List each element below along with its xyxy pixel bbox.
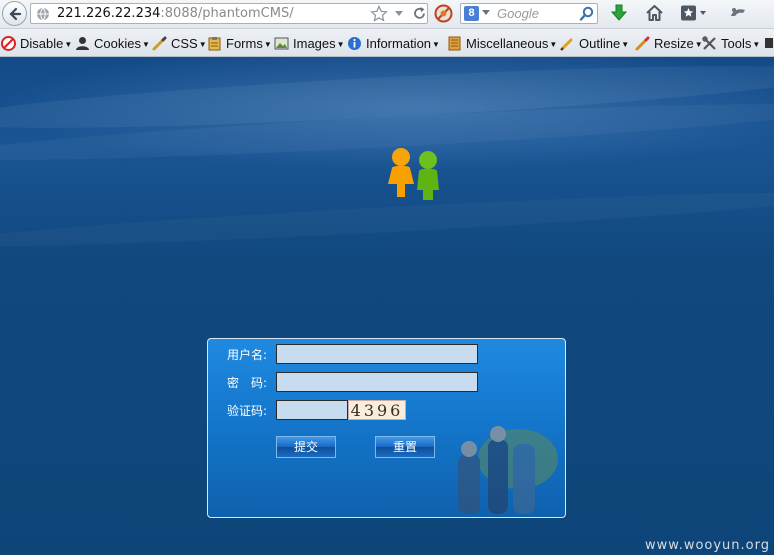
- web-developer-toolbar: Disable ▼ Cookies ▼ CSS ▼ Forms ▼ Images ▼: [0, 29, 774, 57]
- back-button[interactable]: [2, 1, 27, 26]
- dropdown-caret-icon: ▼: [198, 39, 207, 49]
- navigation-bar: 221.226.22.234:8088/phantomCMS/ 8 Google: [0, 0, 774, 29]
- dropdown-caret-icon: ▼: [64, 39, 73, 49]
- devtoolbar-label: Information: [366, 35, 432, 51]
- url-host: 221.226.22.234: [57, 6, 161, 21]
- decorative-photo-image: [458, 426, 558, 514]
- devtoolbar-label: Tools: [721, 35, 752, 51]
- cookies-icon: [76, 36, 89, 50]
- search-engine-dropdown-icon[interactable]: [482, 10, 490, 16]
- dropdown-caret-icon: ▼: [752, 39, 761, 49]
- url-bar[interactable]: 221.226.22.234:8088/phantomCMS/: [30, 3, 428, 24]
- search-icon[interactable]: [579, 6, 595, 22]
- tools-icon: [702, 35, 716, 50]
- home-icon[interactable]: [645, 4, 664, 22]
- bookmark-star-icon[interactable]: [370, 5, 388, 23]
- devtoolbar-label: Images: [293, 35, 336, 51]
- devtoolbar-resize[interactable]: Resize ▼: [635, 35, 703, 51]
- forms-icon: [208, 36, 221, 50]
- devtoolbar-disable[interactable]: Disable ▼: [1, 35, 72, 51]
- url-text[interactable]: 221.226.22.234:8088/phantomCMS/: [57, 6, 294, 21]
- login-panel: 用户名: 密 码: 验证码: 4396 提交 重置: [207, 338, 566, 518]
- devtoolbar-label: Outline: [579, 35, 621, 51]
- dropdown-caret-icon: ▼: [621, 39, 630, 49]
- search-bar[interactable]: 8 Google: [460, 3, 598, 24]
- devtoolbar-label: Resize: [654, 35, 694, 51]
- captcha-image[interactable]: 4396: [348, 400, 406, 420]
- devtoolbar-label: Cookies: [94, 35, 141, 51]
- outline-icon: [560, 38, 573, 51]
- people-logo-icon: [388, 148, 439, 200]
- dropdown-caret-icon: ▼: [141, 39, 150, 49]
- username-label: 用户名:: [227, 348, 268, 362]
- devtoolbar-outline[interactable]: Outline ▼: [560, 35, 629, 51]
- devtoolbar-label: CSS: [171, 35, 198, 51]
- captcha-label: 验证码:: [227, 404, 268, 418]
- css-icon: [152, 36, 167, 50]
- globe-icon: [37, 7, 49, 21]
- dropdown-caret-icon: ▼: [263, 39, 272, 49]
- devtoolbar-information[interactable]: Information ▼: [347, 35, 440, 51]
- username-input[interactable]: [276, 344, 478, 364]
- back-arrow-icon: [8, 7, 21, 20]
- dropdown-caret-icon: ▼: [549, 39, 558, 49]
- history-dropdown-icon[interactable]: [393, 7, 405, 19]
- reset-button[interactable]: 重置: [375, 436, 435, 458]
- resize-icon: [635, 36, 650, 50]
- password-input[interactable]: [276, 372, 478, 392]
- more-tools-icon[interactable]: [764, 36, 774, 50]
- devtoolbar-label: Disable: [20, 35, 64, 51]
- download-icon[interactable]: [610, 4, 628, 23]
- devtoolbar-label: Forms: [226, 35, 263, 51]
- miscellaneous-icon: [448, 36, 461, 50]
- watermark-text: www.wooyun.org: [644, 538, 770, 553]
- password-label: 密 码:: [227, 376, 268, 390]
- extension-icon[interactable]: [728, 4, 748, 22]
- devtoolbar-label: Miscellaneous: [466, 35, 549, 51]
- devtoolbar-miscellaneous[interactable]: Miscellaneous ▼: [447, 35, 557, 51]
- devtoolbar-images[interactable]: Images ▼: [274, 35, 345, 51]
- bookmarks-menu-icon[interactable]: [680, 4, 708, 22]
- dropdown-caret-icon: ▼: [432, 39, 440, 49]
- devtoolbar-cookies[interactable]: Cookies ▼: [75, 35, 150, 51]
- submit-button[interactable]: 提交: [276, 436, 336, 458]
- information-icon: [348, 36, 361, 50]
- url-path: :8088/phantomCMS/: [160, 6, 294, 21]
- dropdown-caret-icon: ▼: [336, 39, 345, 49]
- disable-icon: [1, 35, 16, 51]
- devtoolbar-css[interactable]: CSS ▼: [152, 35, 207, 51]
- devtoolbar-tools[interactable]: Tools ▼: [702, 35, 760, 51]
- reload-icon[interactable]: [411, 5, 428, 22]
- search-engine-icon[interactable]: 8: [464, 6, 479, 21]
- images-icon: [274, 37, 289, 49]
- devtoolbar-forms[interactable]: Forms ▼: [207, 35, 272, 51]
- captcha-input[interactable]: [276, 400, 348, 420]
- script-block-icon[interactable]: [434, 4, 453, 23]
- search-placeholder: Google: [497, 6, 539, 21]
- login-page: 用户名: 密 码: 验证码: 4396 提交 重置 www.wooyun.org: [0, 57, 774, 555]
